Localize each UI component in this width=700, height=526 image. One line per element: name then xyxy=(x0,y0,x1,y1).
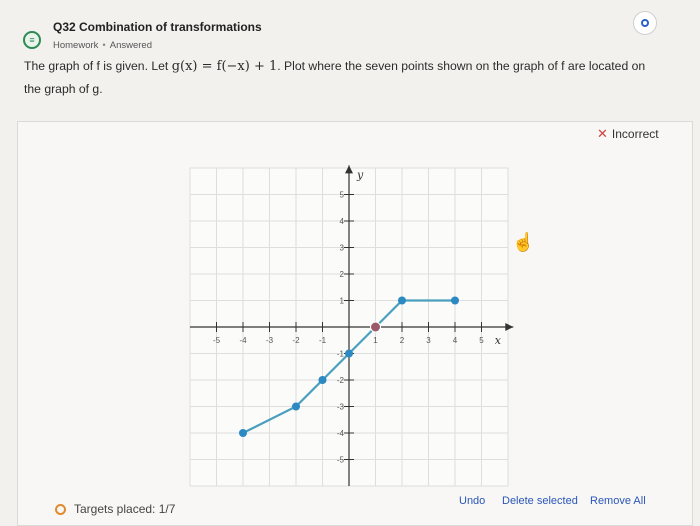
graph-point[interactable] xyxy=(345,349,353,358)
x-tick-label: 3 xyxy=(426,336,431,345)
y-tick-label: -4 xyxy=(337,429,345,438)
y-tick-label: -5 xyxy=(337,456,345,465)
y-tick-label: 5 xyxy=(340,191,345,200)
x-tick-label: -4 xyxy=(239,336,247,345)
x-tick-label: 1 xyxy=(373,336,378,345)
y-tick-label: 1 xyxy=(340,297,345,306)
hand-pointer-icon: ☝ xyxy=(512,232,535,252)
y-tick-label: -1 xyxy=(337,350,345,359)
graph-point[interactable] xyxy=(451,296,459,305)
graph-point[interactable] xyxy=(292,402,300,411)
y-tick-label: 3 xyxy=(340,244,345,253)
x-tick-label: -2 xyxy=(292,336,300,345)
undo-button[interactable]: Undo xyxy=(459,495,485,507)
x-tick-label: 2 xyxy=(400,336,405,345)
targets-placed-label: Targets placed: 1/7 xyxy=(74,502,176,516)
placed-target-point[interactable] xyxy=(370,321,381,333)
graph-point[interactable] xyxy=(398,296,406,305)
targets-placed: Targets placed: 1/7 xyxy=(55,502,175,516)
delete-selected-button[interactable]: Delete selected xyxy=(502,495,578,507)
x-tick-label: -5 xyxy=(213,336,221,345)
x-axis-label: x xyxy=(495,334,502,347)
graph-point[interactable] xyxy=(318,376,327,384)
x-tick-label: 4 xyxy=(453,336,458,345)
x-tick-label: -1 xyxy=(319,336,327,345)
y-tick-label: -2 xyxy=(337,376,345,385)
x-tick-label: 5 xyxy=(479,336,484,345)
y-tick-label: 2 xyxy=(340,270,345,279)
y-axis-label: y xyxy=(356,169,364,182)
remove-all-button[interactable]: Remove All xyxy=(590,495,646,507)
x-tick-label: -3 xyxy=(266,336,274,345)
coordinate-graph[interactable]: -5 -4 -3 -2 -1 1 2 3 4 5 5 4 3 2 1 -1 -2 -3 -4 -5 x y xyxy=(0,0,700,526)
y-tick-label: 4 xyxy=(340,217,345,226)
x-axis-arrow-icon xyxy=(505,323,514,331)
graph-point[interactable] xyxy=(239,429,247,437)
y-tick-label: -3 xyxy=(337,403,345,412)
target-ring-icon xyxy=(55,503,66,515)
